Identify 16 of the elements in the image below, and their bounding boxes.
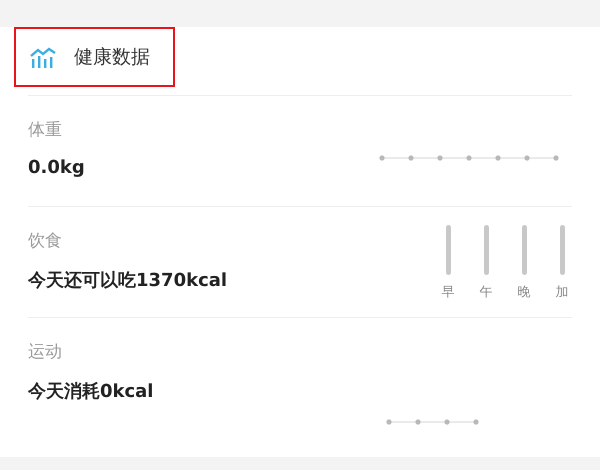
meal-bar xyxy=(560,225,564,275)
metric-value: 0.0kg xyxy=(28,157,85,178)
section-title: 健康数据 xyxy=(74,45,150,70)
metric-value: 今天还可以吃1370kcal xyxy=(28,269,228,292)
meal-label: 早 xyxy=(442,284,454,301)
meal-label: 晚 xyxy=(518,284,530,301)
chart-icon xyxy=(30,46,56,68)
meal-bar xyxy=(484,225,488,275)
metric-value: 今天消耗0kcal xyxy=(28,380,154,403)
meal-bar xyxy=(522,225,526,275)
meal-label: 加 xyxy=(556,284,568,301)
meal-label: 午 xyxy=(480,284,492,301)
metric-label: 体重 xyxy=(28,119,63,141)
metric-label: 运动 xyxy=(28,341,63,363)
meal-bar xyxy=(446,225,450,275)
metric-label: 饮食 xyxy=(28,230,63,252)
